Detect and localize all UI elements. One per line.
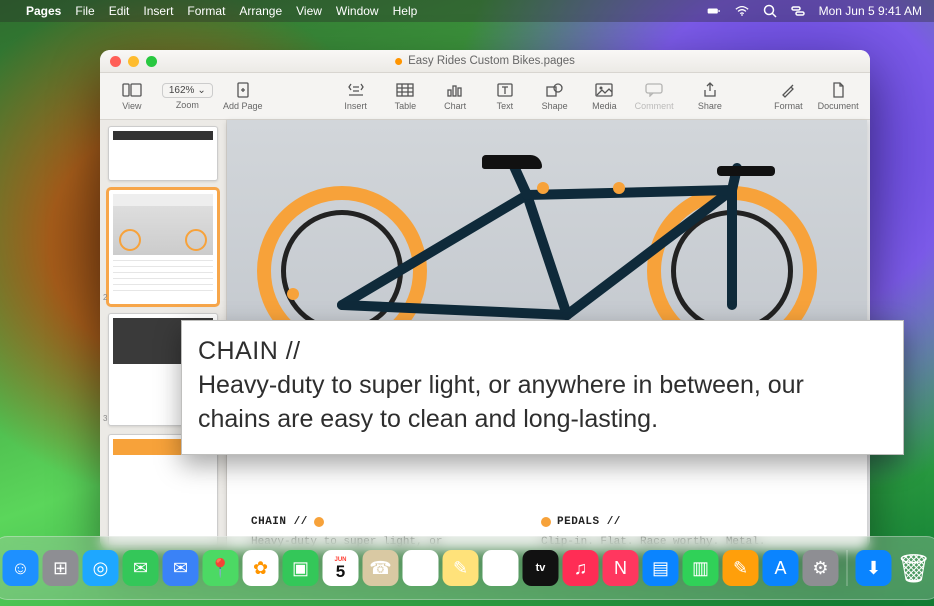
- zoom-control[interactable]: 162%⌄ Zoom: [160, 83, 215, 110]
- bike-handlebars: [717, 166, 775, 176]
- menu-edit[interactable]: Edit: [109, 4, 130, 18]
- add-page-button[interactable]: Add Page: [221, 81, 265, 111]
- media-label: Media: [592, 101, 617, 111]
- dock-numbers[interactable]: ▥: [683, 550, 719, 586]
- dock-contacts[interactable]: ☎: [363, 550, 399, 586]
- close-button[interactable]: [110, 56, 121, 67]
- dock-tv[interactable]: tv: [523, 550, 559, 586]
- dock-music[interactable]: ♫: [563, 550, 599, 586]
- callout-dot-wheel: [287, 288, 299, 300]
- format-label: Format: [774, 101, 803, 111]
- battery-icon[interactable]: [707, 4, 721, 18]
- menu-format[interactable]: Format: [187, 4, 225, 18]
- format-button[interactable]: Format: [767, 81, 811, 111]
- insert-button[interactable]: Insert: [334, 81, 378, 111]
- menubar: Pages File Edit Insert Format Arrange Vi…: [0, 0, 934, 22]
- view-label: View: [122, 101, 141, 111]
- hover-text-body: Heavy-duty to super light, or anywhere i…: [198, 369, 883, 437]
- pages-window: Easy Rides Custom Bikes.pages View 162%⌄…: [100, 50, 870, 550]
- titlebar[interactable]: Easy Rides Custom Bikes.pages: [100, 50, 870, 73]
- dock-maps[interactable]: 📍: [203, 550, 239, 586]
- toolbar: View 162%⌄ Zoom Add Page Insert Table C: [100, 73, 870, 120]
- menu-insert[interactable]: Insert: [143, 4, 173, 18]
- dock-appstore[interactable]: A: [763, 550, 799, 586]
- chain-heading: CHAIN //: [251, 516, 308, 528]
- fullscreen-button[interactable]: [146, 56, 157, 67]
- dock-facetime[interactable]: ▣: [283, 550, 319, 586]
- hover-text-heading: CHAIN //: [198, 335, 883, 369]
- dock-news[interactable]: N: [603, 550, 639, 586]
- callout-dot-icon: [541, 517, 551, 527]
- table-button[interactable]: Table: [383, 81, 427, 111]
- page-thumbnail-2[interactable]: 2: [108, 189, 218, 305]
- menu-view[interactable]: View: [296, 4, 322, 18]
- dock-downloads[interactable]: ⬇: [856, 550, 892, 586]
- dock-photos[interactable]: ✿: [243, 550, 279, 586]
- comment-button[interactable]: Comment: [632, 81, 676, 111]
- share-label: Share: [698, 101, 722, 111]
- dock-keynote[interactable]: ▤: [643, 550, 679, 586]
- document-label: Document: [818, 101, 859, 111]
- table-label: Table: [395, 101, 417, 111]
- zoom-label: Zoom: [176, 100, 199, 110]
- dock-freeform[interactable]: ✦: [483, 550, 519, 586]
- add-page-label: Add Page: [223, 101, 263, 111]
- menu-file[interactable]: File: [75, 4, 94, 18]
- insert-label: Insert: [344, 101, 367, 111]
- text-label: Text: [497, 101, 514, 111]
- callout-dot-icon: [314, 517, 324, 527]
- pedals-heading: PEDALS //: [557, 516, 621, 528]
- menu-arrange[interactable]: Arrange: [239, 4, 282, 18]
- dock-finder[interactable]: ☺: [3, 550, 39, 586]
- wifi-icon[interactable]: [735, 4, 749, 18]
- dock-calendar[interactable]: JUN5: [323, 550, 359, 586]
- document-button[interactable]: Document: [816, 81, 860, 111]
- menu-help[interactable]: Help: [393, 4, 418, 18]
- dock-launchpad[interactable]: ⊞: [43, 550, 79, 586]
- desktop: Pages File Edit Insert Format Arrange Vi…: [0, 0, 934, 606]
- menu-window[interactable]: Window: [336, 4, 379, 18]
- text-button[interactable]: Text: [483, 81, 527, 111]
- menubar-clock[interactable]: Mon Jun 5 9:41 AM: [819, 4, 922, 18]
- control-center-icon[interactable]: [791, 4, 805, 18]
- app-name[interactable]: Pages: [26, 4, 61, 18]
- share-button[interactable]: Share: [688, 81, 732, 111]
- dock: ☺⊞◎✉✉📍✿▣JUN5☎≣✎✦tv♫N▤▥✎A⚙⬇🗑: [0, 536, 934, 600]
- spotlight-search-icon[interactable]: [763, 4, 777, 18]
- media-button[interactable]: Media: [582, 81, 626, 111]
- page-thumbnail-1[interactable]: [108, 126, 218, 181]
- comment-label: Comment: [635, 101, 674, 111]
- dock-settings[interactable]: ⚙: [803, 550, 839, 586]
- dock-pages[interactable]: ✎: [723, 550, 759, 586]
- minimize-button[interactable]: [128, 56, 139, 67]
- window-title: Easy Rides Custom Bikes.pages: [408, 55, 575, 67]
- shape-button[interactable]: Shape: [533, 81, 577, 111]
- callout-dot-frame: [613, 182, 625, 194]
- dock-separator: [847, 550, 848, 586]
- chevron-down-icon: ⌄: [197, 85, 205, 96]
- zoom-value: 162%: [169, 85, 195, 96]
- chart-button[interactable]: Chart: [433, 81, 477, 111]
- hover-text-overlay: CHAIN // Heavy-duty to super light, or a…: [181, 320, 904, 455]
- callout-dot-seat: [537, 182, 549, 194]
- dock-safari[interactable]: ◎: [83, 550, 119, 586]
- shape-label: Shape: [542, 101, 568, 111]
- dock-mail[interactable]: ✉: [163, 550, 199, 586]
- document-modified-dot: [395, 58, 402, 65]
- dock-notes[interactable]: ✎: [443, 550, 479, 586]
- dock-messages[interactable]: ✉: [123, 550, 159, 586]
- dock-reminders[interactable]: ≣: [403, 550, 439, 586]
- bike-seat: [482, 155, 542, 169]
- dock-trash[interactable]: 🗑: [896, 550, 932, 586]
- chart-label: Chart: [444, 101, 466, 111]
- view-button[interactable]: View: [110, 81, 154, 111]
